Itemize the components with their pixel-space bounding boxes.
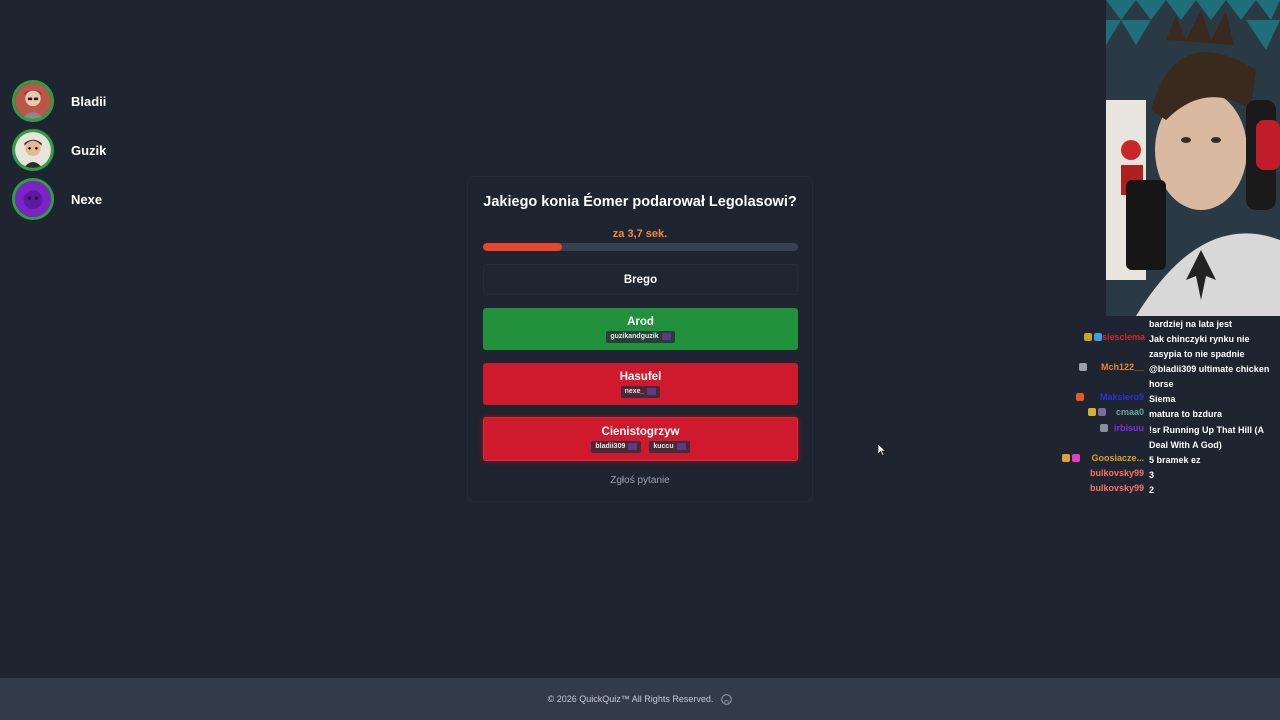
chat-badges — [1062, 454, 1080, 462]
voter-tag: bladii309 — [591, 440, 642, 453]
chat-user: Goosiacze... — [1091, 453, 1144, 463]
voter-name: guzikandguzik — [610, 333, 659, 340]
answer-label: Hasufel — [619, 370, 662, 383]
voter-tag: guzikandguzik — [606, 330, 675, 343]
player-nexe: Nexe — [12, 176, 106, 222]
chat-text: Siema — [1149, 394, 1176, 404]
chat-user: siesclema — [1101, 332, 1145, 342]
twitch-icon — [661, 333, 671, 340]
player-name: Nexe — [71, 191, 103, 207]
quiz-page: Bladii Guzik Nexe Jakiego konia Éomer po… — [0, 0, 1280, 720]
voter-tags: guzikandguzik — [606, 330, 675, 343]
voter-tag: kuccu — [649, 440, 690, 453]
voter-name: kuccu — [653, 443, 674, 450]
quiz-card: Jakiego konia Éomer podarował Legolasowi… — [467, 176, 813, 502]
player-list: Bladii Guzik Nexe — [12, 78, 106, 225]
badge-icon — [1079, 363, 1087, 371]
chat-user: bulkovsky99 — [1089, 468, 1144, 478]
answer-label: Arod — [627, 315, 654, 328]
timer-progress-bar — [483, 243, 798, 251]
chat-user: cmaa0 — [1115, 407, 1144, 417]
answer-label: Cienistogrzyw — [601, 425, 680, 438]
player-avatar-bladii — [12, 80, 54, 122]
chat-text: 3 — [1149, 470, 1155, 480]
chat-user: bulkovsky99 — [1089, 483, 1144, 493]
twitch-icon — [676, 443, 686, 450]
chat-user: Maksiero9 — [1099, 392, 1144, 402]
chat-badges — [1084, 333, 1102, 341]
chat-text: matura to bzdura — [1149, 409, 1223, 419]
badge-icon — [1098, 408, 1106, 416]
twitch-icon — [647, 388, 657, 395]
footer-copyright: © 2026 QuickQuiz™ All Rights Reserved. — [547, 694, 714, 704]
badge-icon — [1100, 424, 1108, 432]
player-guzik: Guzik — [12, 127, 106, 173]
chat-badges — [1076, 393, 1084, 401]
voter-tags: nexe_ — [620, 385, 661, 398]
player-bladii: Bladii — [12, 78, 106, 124]
answer-button-hasufel[interactable]: Hasufel nexe_ — [483, 363, 798, 405]
badge-icon — [1084, 333, 1092, 341]
chat-user: irbisuu — [1113, 423, 1144, 433]
answer-button-cienistogrzyw[interactable]: Cienistogrzyw bladii309 kuccu — [483, 417, 798, 461]
chat-badges — [1079, 363, 1087, 371]
report-question-link[interactable]: Zgłoś pytanie — [468, 475, 812, 486]
badge-icon — [1094, 333, 1102, 341]
chat-text: !sr Running Up That Hill (A Deal With A … — [1149, 425, 1264, 450]
chat-text: Jak chinczyki rynku nie zasypia to nie s… — [1149, 334, 1250, 359]
chat-user: Mch122__ — [1100, 362, 1144, 372]
player-avatar-guzik — [12, 129, 54, 171]
badge-icon — [1076, 393, 1084, 401]
player-name: Guzik — [71, 142, 107, 158]
timer-progress-fill — [483, 243, 562, 251]
mouse-cursor-icon — [878, 444, 886, 456]
player-avatar-nexe — [12, 178, 54, 220]
voter-tag: nexe_ — [620, 385, 661, 398]
badge-icon — [1088, 408, 1096, 416]
badge-icon — [1072, 454, 1080, 462]
voter-name: bladii309 — [595, 443, 626, 450]
player-name: Bladii — [71, 93, 107, 109]
answer-button-brego[interactable]: Brego — [483, 264, 798, 295]
question-text: Jakiego konia Éomer podarował Legolasowi… — [483, 194, 797, 210]
badge-icon — [1062, 454, 1070, 462]
chat-text: @bladii309 ultimate chicken horse — [1149, 364, 1270, 389]
chat-badges — [1088, 408, 1106, 416]
twitch-icon — [628, 443, 638, 450]
answer-button-arod[interactable]: Arod guzikandguzik — [483, 308, 798, 350]
voter-tags: bladii309 kuccu — [591, 440, 690, 453]
footer: © 2026 QuickQuiz™ All Rights Reserved. — [0, 678, 1280, 720]
chat-badges — [1100, 424, 1108, 432]
answer-label: Brego — [623, 273, 658, 286]
voter-name: nexe_ — [624, 388, 645, 395]
chat-text: 2 — [1149, 485, 1155, 495]
chat-text: 5 bramek ez — [1149, 455, 1201, 465]
chat-text: bardziej na lata jest — [1149, 319, 1233, 329]
timer-text: za 3,7 sek. — [612, 228, 668, 240]
github-icon[interactable] — [721, 693, 733, 705]
webcam-feed — [1106, 0, 1280, 316]
